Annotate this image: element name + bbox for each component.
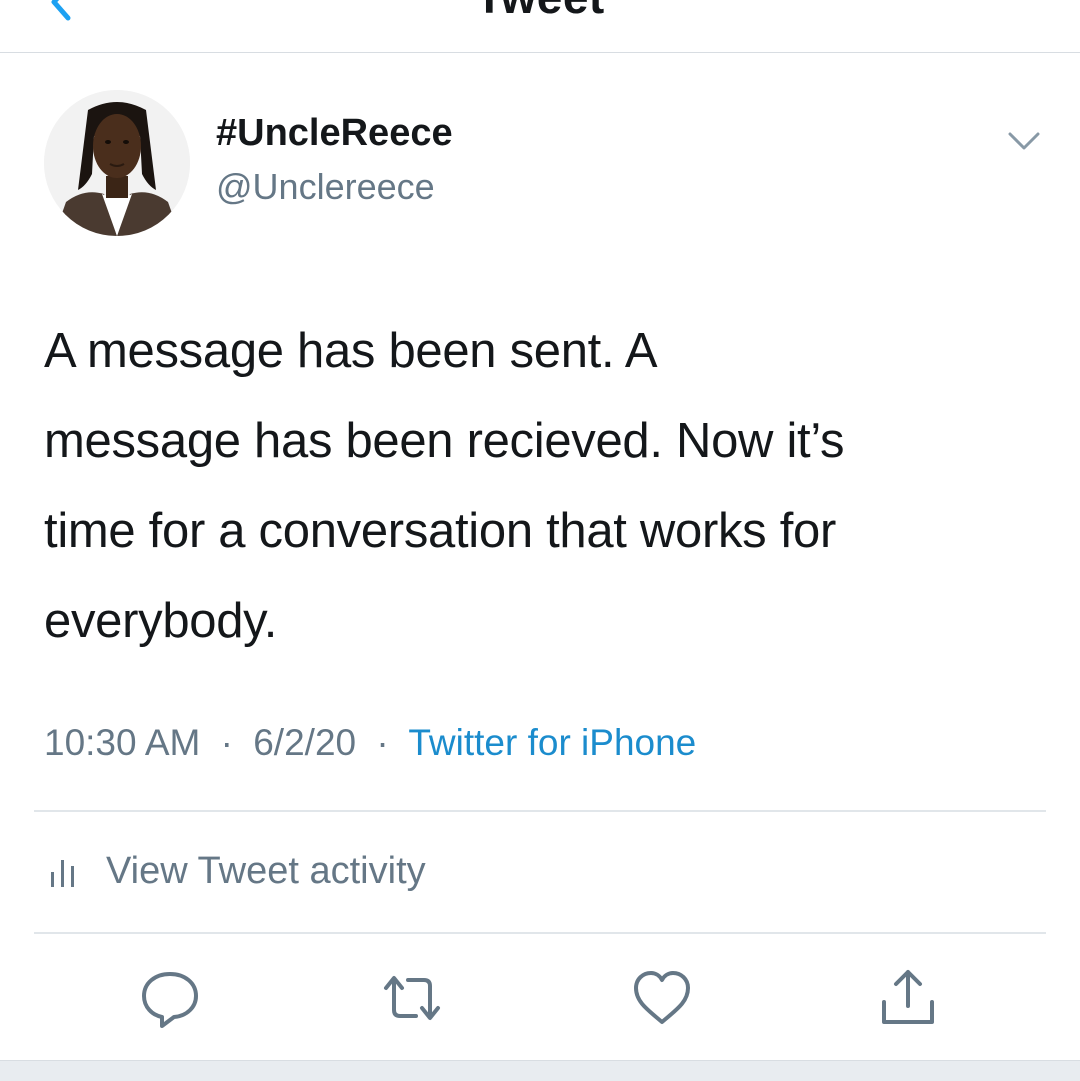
- tweet-source-link[interactable]: Twitter for iPhone: [408, 722, 696, 763]
- retweet-icon[interactable]: [380, 966, 444, 1030]
- avatar[interactable]: [44, 90, 190, 236]
- meta-separator: ·: [220, 722, 233, 763]
- tweet-time: 10:30 AM: [44, 722, 201, 763]
- tweet-date: 6/2/20: [253, 722, 357, 763]
- tweet-text: A message has been sent. A message has b…: [44, 324, 845, 648]
- view-tweet-activity-button[interactable]: View Tweet activity: [48, 846, 426, 896]
- bar-chart-icon: [51, 860, 74, 887]
- bottom-bar: [0, 1060, 1080, 1081]
- user-handle[interactable]: @Unclereece: [216, 166, 435, 208]
- chevron-down-icon[interactable]: [1004, 126, 1044, 156]
- top-nav-bar: Tweet: [0, 0, 1080, 53]
- tweet-meta: 10:30 AM · 6/2/20 · Twitter for iPhone: [44, 722, 696, 764]
- meta-separator: ·: [376, 722, 389, 763]
- share-icon[interactable]: [876, 966, 940, 1030]
- display-name[interactable]: #UncleReece: [216, 112, 453, 155]
- heart-icon[interactable]: [630, 966, 694, 1030]
- view-tweet-activity-label: View Tweet activity: [106, 849, 426, 892]
- page-title: Tweet: [0, 0, 1080, 24]
- divider: [34, 932, 1046, 934]
- divider: [34, 810, 1046, 812]
- profile-photo: [44, 90, 190, 236]
- reply-icon[interactable]: [138, 966, 202, 1030]
